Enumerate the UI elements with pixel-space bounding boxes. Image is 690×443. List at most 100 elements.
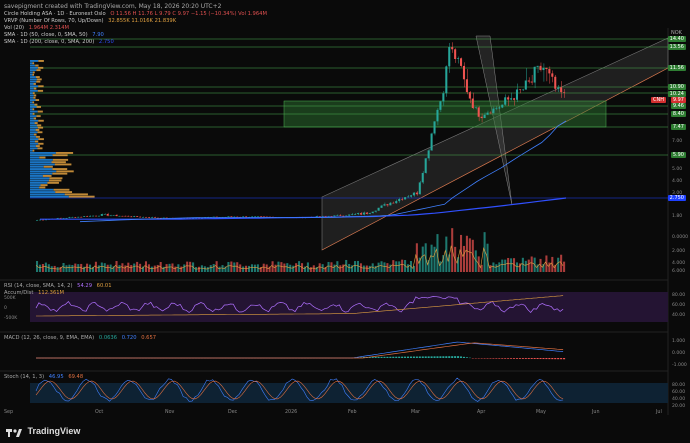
vrvp-bar-down (33, 87, 37, 90)
volume-bar (407, 264, 410, 272)
price-tick: 1.80 (672, 213, 682, 219)
stoch-tick: 20.00 (672, 403, 685, 409)
volume-profile (30, 60, 95, 198)
macd-bar (383, 356, 386, 358)
macd-bar (557, 358, 560, 360)
candle (548, 66, 551, 84)
vrvp-bar-up (30, 188, 54, 191)
candle (256, 216, 259, 218)
vrvp-bar-down (39, 186, 46, 189)
volume-bar (401, 259, 404, 272)
vrvp-bar-up (30, 78, 38, 81)
volume-bar (218, 266, 221, 272)
vrvp-bar-down (51, 161, 66, 164)
macd-tick: 1.000 (672, 338, 685, 344)
price-tick: 4.000 (672, 260, 685, 266)
vrvp-bar-down (54, 163, 72, 166)
rsi-label[interactable]: RSI (14, close, SMA, 14, 2) 54.29 60.01 (4, 283, 112, 289)
candle (454, 48, 457, 63)
vrvp-bar-up (30, 99, 36, 101)
time-tick: Apr (477, 409, 485, 415)
price-tick: 2.000 (672, 248, 685, 254)
macd-label[interactable]: MACD (12, 26, close, 9, EMA, EMA) 0.0636… (4, 335, 156, 341)
tradingview-logo[interactable]: TradingView (6, 426, 80, 437)
vrvp-bar-down (32, 62, 35, 65)
price-tick: 0.0000 (672, 234, 688, 240)
macd-bar (427, 356, 430, 358)
volume-bar (50, 266, 53, 272)
time-tick: Oct (95, 409, 103, 415)
candle (118, 215, 121, 217)
volume-bar (136, 261, 139, 272)
volume-bar (71, 264, 74, 272)
vrvp-bar-down (49, 177, 63, 180)
stoch-value-d: 69.48 (68, 374, 84, 380)
vrvp-bar-up (30, 112, 33, 115)
volume-bar (230, 261, 233, 272)
time-tick: Mar (411, 409, 420, 415)
macd-bar (412, 356, 415, 358)
vrvp-bar-up (30, 158, 53, 161)
vrvp-bar-down (52, 158, 69, 161)
macd-bar (548, 358, 551, 360)
candle (153, 216, 156, 218)
macd-bar (515, 358, 519, 359)
candle (545, 67, 548, 82)
vrvp-bar-down (37, 66, 44, 69)
vrvp-bar-up (30, 126, 38, 129)
volume-bar (77, 264, 80, 272)
vrvp-bar-up (30, 170, 57, 173)
price-marker: 14.40 (667, 36, 686, 42)
macd-bar (395, 356, 398, 358)
vrvp-bar-down (36, 106, 41, 108)
candle (136, 215, 139, 217)
volume-bar (354, 261, 357, 272)
volume-bar (180, 266, 183, 272)
volume-bar (392, 260, 395, 272)
volume-bar (227, 261, 230, 272)
macd-bar (536, 358, 539, 359)
price-marker: 2.750 (667, 195, 686, 201)
macd-bar (404, 356, 407, 358)
volume-bar (504, 259, 507, 272)
price-tick: 7.00 (672, 138, 682, 144)
vrvp-bar-up (30, 83, 34, 85)
volume-bar (283, 263, 286, 272)
time-axis: Sep Oct Nov Dec 2026 Feb Mar Apr May Jun Jul (4, 409, 662, 415)
vrvp-bar-down (32, 108, 35, 111)
vrvp-bar-down (52, 168, 68, 170)
vrvp-bar-down (38, 60, 44, 62)
vrvp-bar-down (35, 76, 40, 78)
vrvp-bar-down (36, 124, 42, 127)
stoch-label[interactable]: Stoch (14, 1, 3) 46.95 69.48 (4, 374, 83, 380)
vrvp-bar-down (68, 195, 95, 198)
vrvp-bar-up (30, 168, 53, 170)
chart-frame: savepigment created with TradingView.com… (0, 0, 690, 443)
candle (530, 74, 533, 85)
chart-canvas[interactable]: 13.5011.5610.9010.249.979.468.407.006.00… (0, 0, 690, 443)
macd-bar (421, 356, 424, 358)
volume-bar (527, 259, 530, 272)
macd-bar (433, 356, 436, 358)
vrvp-bar-up (30, 108, 33, 111)
vrvp-bar-down (40, 184, 48, 187)
candle (115, 214, 118, 217)
volume-bar (118, 265, 121, 272)
vrvp-bar-up (30, 142, 39, 145)
candle (430, 132, 433, 151)
macd-bar (392, 356, 395, 358)
macd-bar (530, 358, 533, 359)
candle (333, 215, 336, 217)
stoch-tick: 60.00 (672, 389, 685, 395)
vrvp-bar-down (37, 126, 44, 129)
volume-bar (489, 265, 492, 272)
vrvp-bar-down (33, 96, 36, 99)
candle (418, 180, 421, 195)
volume-bar (486, 243, 489, 272)
vrvp-bar-up (30, 175, 43, 177)
candle (65, 217, 68, 219)
volume-bar (365, 265, 368, 272)
macd-bar (551, 358, 554, 360)
volume-bar (433, 246, 436, 272)
macd-bar (460, 356, 463, 358)
